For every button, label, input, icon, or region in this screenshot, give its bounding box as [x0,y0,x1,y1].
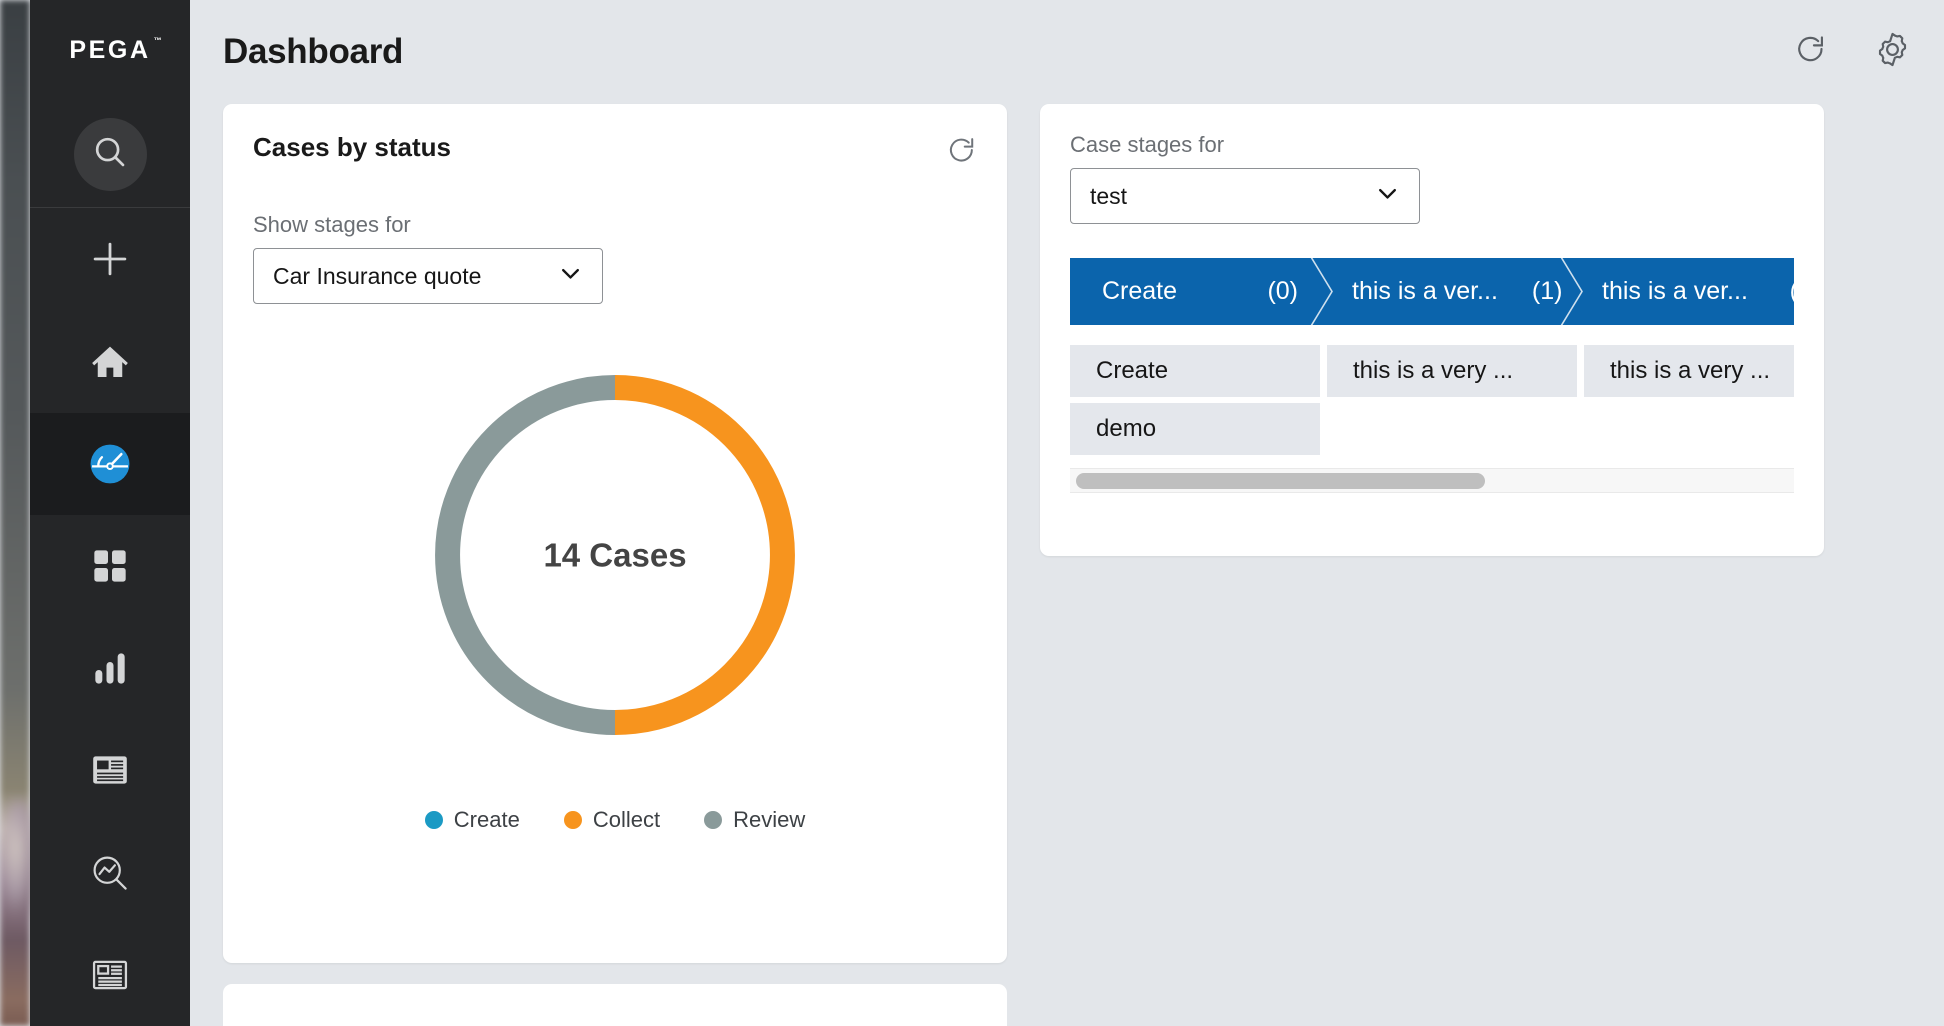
stage-step-chips: Create this is a very ... this is a very .… [1070,345,1794,455]
stage-count: (0) [1267,277,1298,305]
sidebar-item-explore-data[interactable] [30,822,190,924]
legend-item-collect[interactable]: Collect [563,807,661,833]
legend-item-create[interactable]: Create [424,807,520,833]
stage-step-chip[interactable]: Create [1070,345,1320,397]
cases-card-title: Cases by status [253,132,451,162]
header-settings-button[interactable] [1872,32,1912,72]
home-icon [89,341,131,383]
case-stages-filter-value: test [1090,182,1128,209]
dashboard-grid: Cases by status Show stages for Car Insu… [190,104,1944,1026]
legend-item-review[interactable]: Review [704,807,805,833]
donut-center-label: 14 Cases [543,537,686,574]
page-header: Dashboard [190,0,1944,104]
legend-label: Collect [592,807,661,832]
sidebar-item-reports[interactable] [30,617,190,719]
page-title: Dashboard [223,32,404,71]
header-actions [1790,32,1912,72]
sidebar-item-create[interactable] [30,208,190,310]
stage-step-chip[interactable]: this is a very ... [1584,345,1794,397]
cases-stage-filter-select[interactable]: Car Insurance quote [253,248,603,304]
document-outline-icon [89,954,131,996]
refresh-icon [1794,33,1827,71]
stage-count: ( [1756,277,1794,306]
stage-step-chip[interactable]: this is a very ... [1327,345,1577,397]
gear-icon [1874,31,1911,73]
legend-color-swatch [563,811,582,829]
dashboard-column-left: Cases by status Show stages for Car Insu… [223,104,1007,1026]
sidebar-item-dashboard[interactable] [30,412,190,515]
stage-count: (1) [1531,277,1563,305]
left-nav-rail: PEGA [30,0,190,1026]
main-content-area: Dashboard Cases by status Show stages fo… [190,0,1944,1026]
horizontal-scrollbar-thumb[interactable] [1076,473,1485,489]
stage-segment[interactable]: this is a ver... ( [1560,258,1794,325]
legend-color-swatch [704,811,723,829]
cases-donut-chart: 14 Cases [253,353,977,757]
dashboard-column-right: Case stages for test Create (0) this is a … [1040,104,1824,556]
stage-chip-row: demo [1070,403,1794,455]
pega-logo-text: PEGA [69,36,162,65]
pega-logo: PEGA [30,0,190,101]
stage-step-chip[interactable]: demo [1070,403,1320,455]
legend-label: Create [453,807,520,832]
stages-filter-label: Case stages for [1070,132,1225,157]
dashboard-gauge-icon [88,442,132,486]
cases-stage-filter-value: Car Insurance quote [273,262,482,289]
cases-card-header: Cases by status [253,132,977,171]
horizontal-scrollbar[interactable] [1070,468,1794,493]
search-icon [91,133,129,176]
bar-chart-icon [90,648,130,688]
article-icon [89,749,131,791]
refresh-icon [946,138,977,170]
chevron-down-icon [557,260,584,292]
case-stages-card: Case stages for test Create (0) this is a … [1040,104,1824,556]
cases-card-refresh-button[interactable] [946,132,977,171]
sidebar-search-section [30,101,190,209]
stage-name: Create [1102,277,1178,305]
chart-search-icon [89,852,131,894]
sidebar-item-documents[interactable] [30,924,190,1026]
stage-name: this is a ver... [1602,277,1748,305]
sidebar-item-home[interactable] [30,311,190,413]
cases-by-status-card: Cases by status Show stages for Car Insu… [223,104,1007,963]
chevron-down-icon [1374,180,1401,212]
desktop-wallpaper-strip [0,0,30,1026]
sidebar-item-news[interactable] [30,719,190,821]
stage-name: this is a ver... [1352,277,1498,305]
stage-breadcrumb-bar: Create (0) this is a ver... (1) this is a ve… [1070,258,1794,325]
next-dashboard-card-partial [223,984,1007,1026]
sidebar-item-apps[interactable] [30,515,190,617]
stage-segment[interactable]: Create (0) [1070,258,1320,325]
header-refresh-button[interactable] [1790,32,1830,72]
sidebar-item-search[interactable] [73,117,147,191]
cases-filter-label: Show stages for [253,212,411,237]
chart-legend: Create Collect Review [253,807,977,833]
legend-label: Review [733,807,806,832]
grid-apps-icon [90,546,130,586]
case-stages-filter-select[interactable]: test [1070,168,1420,224]
plus-icon [89,238,131,280]
stage-breadcrumb-track: Create (0) this is a ver... (1) this is a ve… [1070,258,1794,493]
donut-chart-svg: 14 Cases [435,375,795,735]
legend-color-swatch [424,811,443,829]
stage-chip-row: Create this is a very ... this is a very .… [1070,345,1794,397]
stage-segment[interactable]: this is a ver... (1) [1310,258,1570,325]
